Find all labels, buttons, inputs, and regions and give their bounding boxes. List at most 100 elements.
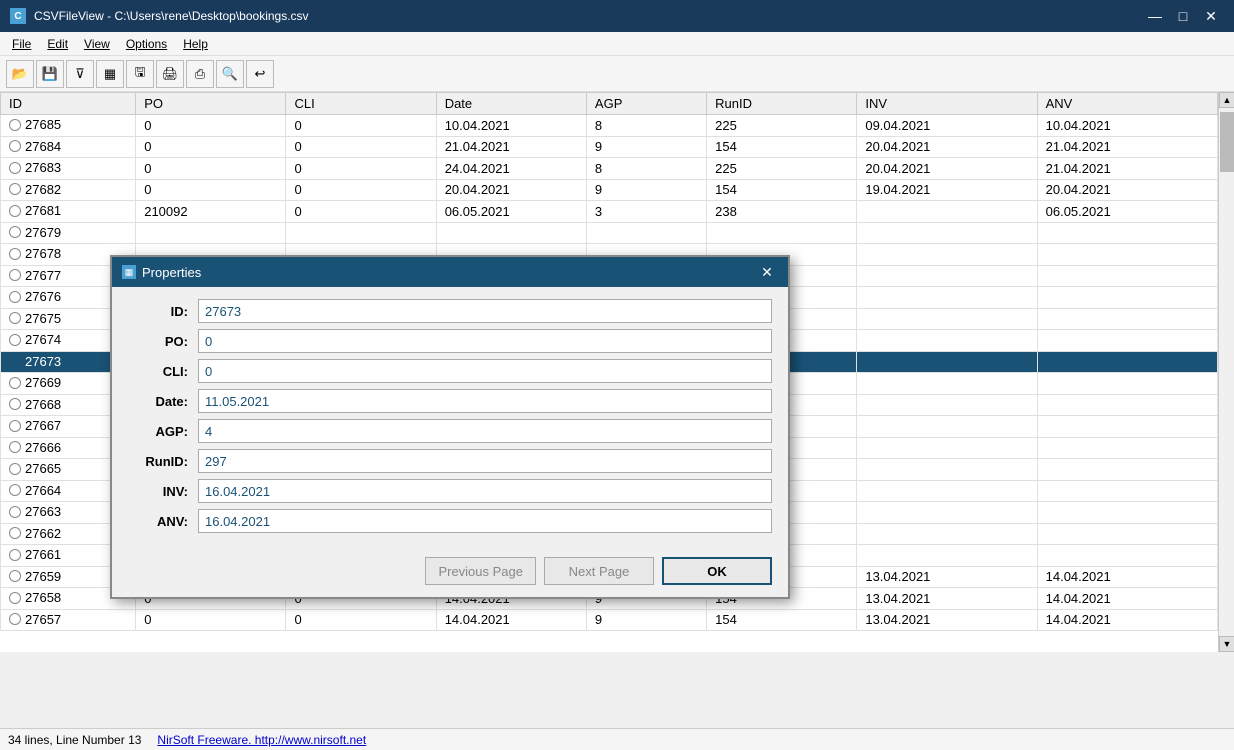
close-button[interactable]: ✕ <box>1198 3 1224 29</box>
prop-label-6: INV: <box>128 484 198 499</box>
ok-button[interactable]: OK <box>662 557 772 585</box>
row-indicator: 27684 <box>9 139 61 154</box>
status-credit[interactable]: NirSoft Freeware. http://www.nirsoft.net <box>157 733 366 747</box>
cell-anv: 14.04.2021 <box>1037 588 1217 610</box>
radio-dot <box>9 162 21 174</box>
table-row[interactable]: 276830024.04.2021822520.04.202121.04.202… <box>1 158 1218 180</box>
cell-inv <box>857 394 1037 416</box>
toolbar-print[interactable]: 🖨 <box>156 60 184 88</box>
table-row[interactable]: 27679 <box>1 222 1218 244</box>
toolbar-save[interactable]: 💾 <box>36 60 64 88</box>
cell-po: 210092 <box>136 201 286 223</box>
next-page-button[interactable]: Next Page <box>544 557 654 585</box>
table-row[interactable]: 276840021.04.2021915420.04.202121.04.202… <box>1 136 1218 158</box>
prop-value-3[interactable] <box>198 389 772 413</box>
prop-label-0: ID: <box>128 304 198 319</box>
app-icon: C <box>10 8 26 24</box>
cell-anv <box>1037 373 1217 395</box>
cell-po: 0 <box>136 609 286 631</box>
prop-row: Date: <box>128 389 772 413</box>
col-agp[interactable]: AGP <box>586 93 706 115</box>
prop-row: PO: <box>128 329 772 353</box>
cell-anv <box>1037 287 1217 309</box>
cell-inv <box>857 459 1037 481</box>
cell-agp: 9 <box>586 179 706 201</box>
prop-value-6[interactable] <box>198 479 772 503</box>
prop-value-2[interactable] <box>198 359 772 383</box>
scroll-down[interactable]: ▼ <box>1219 636 1234 652</box>
prop-row: ANV: <box>128 509 772 533</box>
toolbar-back[interactable]: ↩ <box>246 60 274 88</box>
cell-anv: 06.05.2021 <box>1037 201 1217 223</box>
cell-inv <box>857 502 1037 524</box>
toolbar-grid[interactable]: ▦ <box>96 60 124 88</box>
minimize-button[interactable]: — <box>1142 3 1168 29</box>
cell-anv <box>1037 351 1217 373</box>
row-indicator: 27661 <box>9 547 61 562</box>
col-anv[interactable]: ANV <box>1037 93 1217 115</box>
cell-cli: 0 <box>286 609 436 631</box>
row-indicator: 27674 <box>9 332 61 347</box>
radio-dot <box>9 527 21 539</box>
table-row[interactable]: 276820020.04.2021915419.04.202120.04.202… <box>1 179 1218 201</box>
prop-value-4[interactable] <box>198 419 772 443</box>
row-indicator: 27665 <box>9 461 61 476</box>
modal-title: Properties <box>142 265 201 280</box>
cell-inv <box>857 523 1037 545</box>
cell-anv <box>1037 545 1217 567</box>
radio-dot <box>9 119 21 131</box>
row-indicator: 27666 <box>9 440 61 455</box>
row-indicator: 27669 <box>9 375 61 390</box>
prop-value-5[interactable] <box>198 449 772 473</box>
row-indicator: 27676 <box>9 289 61 304</box>
row-indicator: 27682 <box>9 182 61 197</box>
maximize-button[interactable]: □ <box>1170 3 1196 29</box>
table-row[interactable]: 27681210092006.05.2021323806.05.2021 <box>1 201 1218 223</box>
col-cli[interactable]: CLI <box>286 93 436 115</box>
toolbar-save2[interactable]: 🖫 <box>126 60 154 88</box>
cell-date <box>436 222 586 244</box>
scroll-up[interactable]: ▲ <box>1219 92 1234 108</box>
col-id[interactable]: ID <box>1 93 136 115</box>
menu-view[interactable]: View <box>76 35 118 53</box>
radio-dot <box>9 377 21 389</box>
cell-inv <box>857 222 1037 244</box>
col-runid[interactable]: RunID <box>707 93 857 115</box>
cell-runid: 154 <box>707 136 857 158</box>
cell-anv: 14.04.2021 <box>1037 609 1217 631</box>
modal-body: ID:PO:CLI:Date:AGP:RunID:INV:ANV: <box>112 287 788 551</box>
cell-inv <box>857 545 1037 567</box>
toolbar-search[interactable]: 🔍 <box>216 60 244 88</box>
modal-close-button[interactable]: ✕ <box>756 261 778 283</box>
row-indicator: 27667 <box>9 418 61 433</box>
menu-options[interactable]: Options <box>118 35 175 53</box>
toolbar-open[interactable]: 📂 <box>6 60 34 88</box>
menu-file[interactable]: File <box>4 35 39 53</box>
cell-anv <box>1037 437 1217 459</box>
table-row[interactable]: 276850010.04.2021822509.04.202110.04.202… <box>1 115 1218 137</box>
menu-help[interactable]: Help <box>175 35 216 53</box>
cell-cli: 0 <box>286 136 436 158</box>
col-date[interactable]: Date <box>436 93 586 115</box>
cell-anv <box>1037 330 1217 352</box>
radio-dot <box>9 398 21 410</box>
col-po[interactable]: PO <box>136 93 286 115</box>
cell-inv <box>857 480 1037 502</box>
table-row[interactable]: 276570014.04.2021915413.04.202114.04.202… <box>1 609 1218 631</box>
prop-value-0[interactable] <box>198 299 772 323</box>
prop-value-7[interactable] <box>198 509 772 533</box>
prev-page-button[interactable]: Previous Page <box>425 557 536 585</box>
toolbar-print2[interactable]: ⎙ <box>186 60 214 88</box>
cell-runid: 225 <box>707 115 857 137</box>
col-inv[interactable]: INV <box>857 93 1037 115</box>
scrollbar[interactable]: ▲ ▼ <box>1218 92 1234 652</box>
radio-dot <box>9 441 21 453</box>
toolbar-filter[interactable]: ⊽ <box>66 60 94 88</box>
menu-edit[interactable]: Edit <box>39 35 76 53</box>
prop-value-1[interactable] <box>198 329 772 353</box>
cell-runid: 238 <box>707 201 857 223</box>
cell-anv <box>1037 480 1217 502</box>
cell-inv: 20.04.2021 <box>857 136 1037 158</box>
scroll-thumb[interactable] <box>1220 112 1234 172</box>
prop-label-5: RunID: <box>128 454 198 469</box>
